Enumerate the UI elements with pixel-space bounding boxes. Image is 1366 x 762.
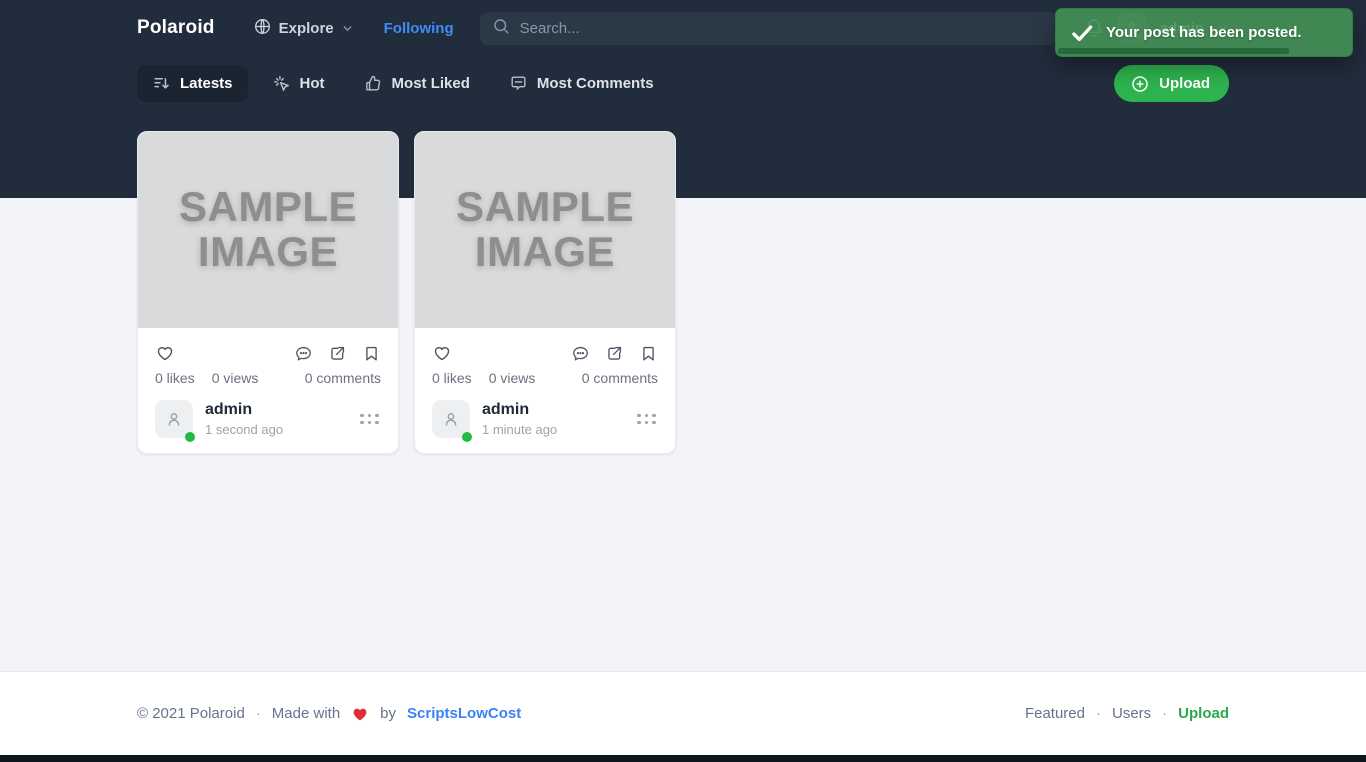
- person-icon: [441, 409, 461, 429]
- tab-most-liked-label: Most Liked: [392, 75, 470, 92]
- bookmark-icon[interactable]: [639, 344, 658, 363]
- footer: © 2021 Polaroid · Made with by ScriptsLo…: [0, 672, 1366, 755]
- post-card-body: 0 likes 0 views 0 comments admin 1 minut…: [415, 328, 675, 453]
- comment-square-icon: [509, 74, 528, 93]
- post-author-row: admin 1 minute ago: [432, 400, 658, 438]
- views-count: 0 views: [489, 370, 536, 386]
- search-bar[interactable]: [480, 12, 1058, 45]
- footer-separator: ·: [1096, 705, 1101, 722]
- filter-toolbar: Latests Hot Most Liked Most Comments Upl…: [137, 65, 1229, 102]
- main-content: SAMPLE IMAGE: [0, 198, 1366, 672]
- tab-hot-label: Hot: [300, 75, 325, 92]
- likes-count: 0 likes: [155, 370, 195, 386]
- search-icon: [492, 17, 510, 40]
- tab-hot[interactable]: Hot: [257, 65, 340, 102]
- post-image[interactable]: SAMPLE IMAGE: [138, 132, 398, 328]
- brand-logo[interactable]: Polaroid: [137, 17, 215, 39]
- toast-message: Your post has been posted.: [1106, 24, 1302, 41]
- post-timestamp: 1 minute ago: [482, 422, 557, 437]
- footer-link-featured[interactable]: Featured: [1025, 705, 1085, 722]
- post-image-placeholder-text: SAMPLE IMAGE: [168, 185, 368, 274]
- more-options-icon[interactable]: [635, 408, 658, 431]
- upload-button-label: Upload: [1159, 75, 1210, 92]
- bottom-bar: [0, 755, 1366, 762]
- post-grid: SAMPLE IMAGE: [137, 131, 1229, 454]
- comments-icon[interactable]: [571, 344, 590, 363]
- search-input[interactable]: [520, 20, 1046, 37]
- footer-separator: ·: [1162, 705, 1167, 722]
- online-status-dot: [462, 432, 472, 442]
- thumbs-up-icon: [364, 74, 383, 93]
- tab-most-comments-label: Most Comments: [537, 75, 654, 92]
- like-heart-icon[interactable]: [432, 343, 452, 363]
- post-author-row: admin 1 second ago: [155, 400, 381, 438]
- author-avatar[interactable]: [432, 400, 470, 438]
- views-count: 0 views: [212, 370, 259, 386]
- tab-latests-label: Latests: [180, 75, 233, 92]
- tab-most-liked[interactable]: Most Liked: [349, 65, 485, 102]
- share-external-link-icon[interactable]: [328, 344, 347, 363]
- globe-icon: [253, 17, 272, 40]
- post-card: SAMPLE IMAGE: [137, 131, 399, 454]
- post-timestamp: 1 second ago: [205, 422, 283, 437]
- footer-link-users[interactable]: Users: [1112, 705, 1151, 722]
- toast-progress: [1058, 48, 1289, 54]
- likes-count: 0 likes: [432, 370, 472, 386]
- check-icon: [1069, 20, 1095, 46]
- author-username[interactable]: admin: [205, 401, 283, 419]
- share-external-link-icon[interactable]: [605, 344, 624, 363]
- chevron-down-icon: [341, 22, 354, 35]
- comments-count: 0 comments: [582, 370, 658, 386]
- online-status-dot: [185, 432, 195, 442]
- comments-count: 0 comments: [305, 370, 381, 386]
- tab-most-comments[interactable]: Most Comments: [494, 65, 669, 102]
- nav-following-link[interactable]: Following: [384, 20, 454, 37]
- nav-explore-label: Explore: [279, 20, 334, 37]
- toast-notification[interactable]: Your post has been posted.: [1055, 8, 1353, 57]
- bookmark-icon[interactable]: [362, 344, 381, 363]
- post-image-placeholder-text: SAMPLE IMAGE: [445, 185, 645, 274]
- footer-copyright: © 2021 Polaroid: [137, 705, 245, 722]
- author-username[interactable]: admin: [482, 401, 557, 419]
- more-options-icon[interactable]: [358, 408, 381, 431]
- author-avatar[interactable]: [155, 400, 193, 438]
- post-image[interactable]: SAMPLE IMAGE: [415, 132, 675, 328]
- person-icon: [164, 409, 184, 429]
- footer-by: by: [380, 705, 396, 722]
- heart-icon: [351, 705, 369, 723]
- sort-desc-icon: [152, 74, 171, 93]
- footer-separator: ·: [256, 705, 261, 722]
- footer-link-upload[interactable]: Upload: [1178, 705, 1229, 722]
- like-heart-icon[interactable]: [155, 343, 175, 363]
- footer-credit-link[interactable]: ScriptsLowCost: [407, 705, 521, 722]
- nav-explore-menu[interactable]: Explore: [253, 17, 354, 40]
- comments-icon[interactable]: [294, 344, 313, 363]
- upload-button[interactable]: Upload: [1114, 65, 1229, 102]
- footer-made-with: Made with: [272, 705, 340, 722]
- post-card-body: 0 likes 0 views 0 comments admin 1 secon…: [138, 328, 398, 453]
- tab-latests[interactable]: Latests: [137, 65, 248, 102]
- click-icon: [272, 74, 291, 93]
- post-card: SAMPLE IMAGE: [414, 131, 676, 454]
- plus-circle-icon: [1130, 74, 1150, 94]
